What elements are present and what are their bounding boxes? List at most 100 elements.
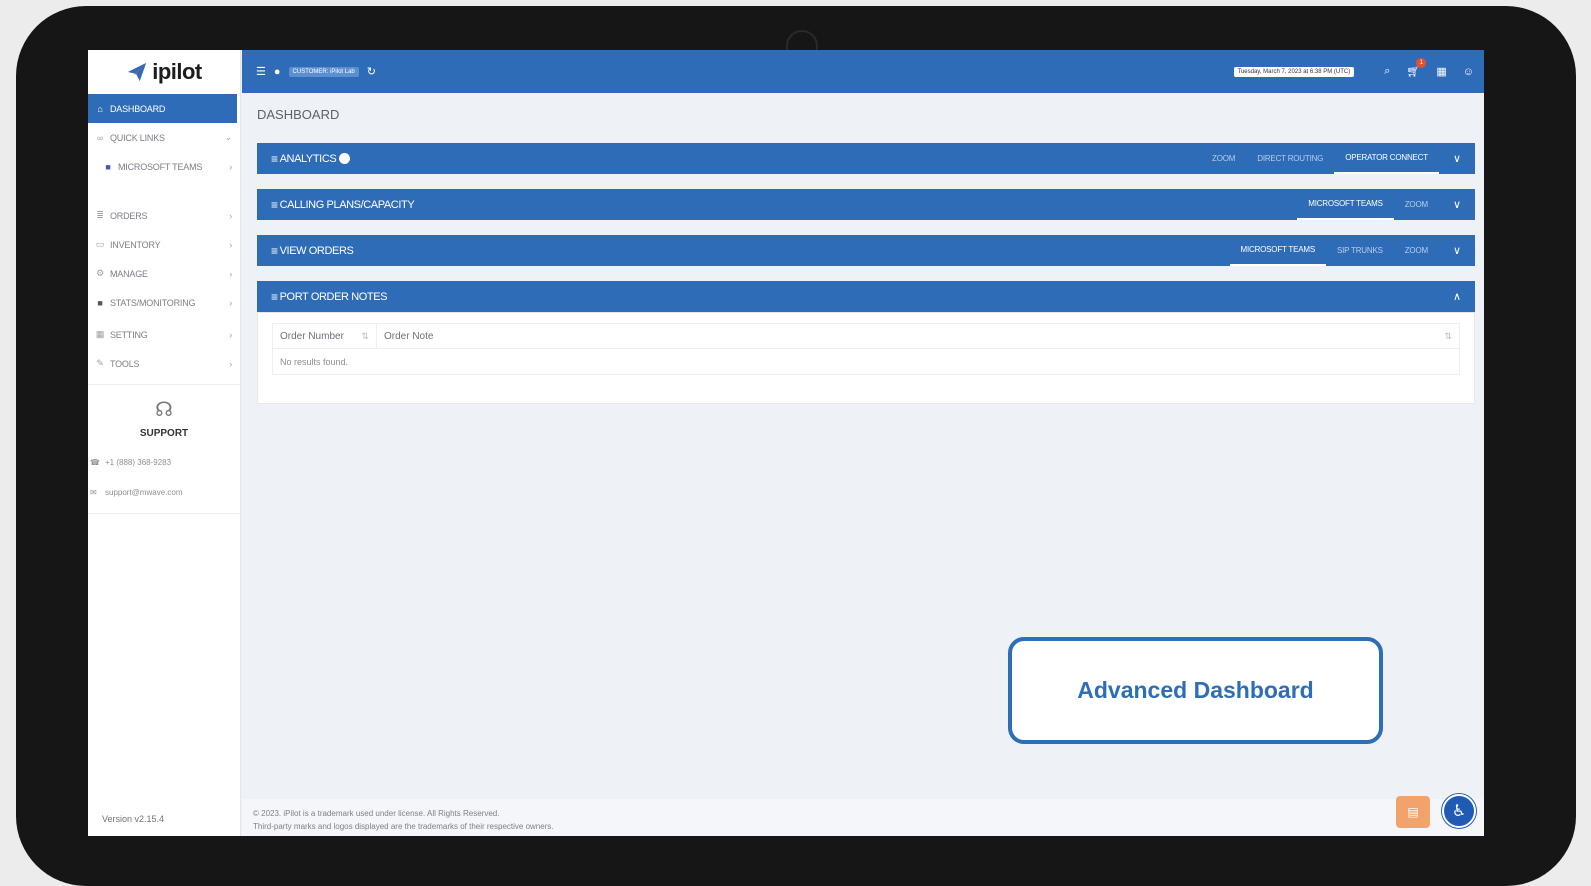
link-icon: ∞	[96, 132, 104, 143]
support-title: SUPPORT	[139, 428, 189, 439]
topbar: ☰ ● CUSTOMER: iPilot Lab ↻ Tuesday, Marc…	[242, 50, 1484, 93]
flag-icon[interactable]: ▦	[1436, 65, 1446, 78]
sidebar-item-label: DASHBOARD	[110, 103, 166, 114]
port-order-notes-body: Order Number ⇅ Order Note ⇅ No results f…	[257, 312, 1475, 404]
panel-tabs: MICROSOFT TEAMS SIP TRUNKS ZOOM	[1229, 235, 1439, 266]
refresh-icon[interactable]: ↻	[367, 65, 376, 78]
tab-microsoft-teams[interactable]: MICROSOFT TEAMS	[1229, 235, 1326, 266]
sidebar-item-microsoft-teams[interactable]: ■ MICROSOFT TEAMS ›	[88, 152, 240, 181]
column-label: Order Note	[384, 330, 434, 342]
stats-icon: ■	[97, 297, 103, 308]
menu-icon[interactable]: ☰	[256, 65, 266, 78]
sidebar-item-label: MICROSOFT TEAMS	[118, 161, 203, 172]
tools-icon: ✎	[96, 358, 104, 368]
sidebar-item-tools[interactable]: ✎ TOOLS ›	[88, 349, 240, 378]
chevron-right-icon: ›	[229, 239, 232, 250]
sidebar-item-label: STATS/MONITORING	[110, 297, 196, 308]
panel-analytics: ≡ ANALYTICS ZOOM DIRECT ROUTING OPERATOR…	[257, 143, 1475, 174]
chevron-right-icon: ›	[229, 297, 232, 308]
copyright-text: © 2023. iPilot is a trademark used under…	[253, 809, 500, 818]
info-icon[interactable]	[339, 153, 351, 164]
setting-icon: ▦	[95, 329, 105, 339]
sidebar-item-label: INVENTORY	[110, 239, 161, 250]
column-order-number[interactable]: Order Number ⇅	[273, 324, 377, 348]
panel-title-text: ANALYTICS	[279, 152, 337, 165]
support-phone[interactable]: ☎ +1 (888) 368-9283	[88, 447, 240, 477]
support-phone-text: +1 (888) 368-9283	[105, 457, 172, 467]
app-name: ipilot	[152, 59, 202, 84]
inventory-icon: ▭	[95, 239, 105, 249]
customer-badge[interactable]: CUSTOMER: iPilot Lab	[288, 66, 359, 77]
chevron-down-icon[interactable]: ∨	[1453, 244, 1461, 257]
menu-icon: ≡	[271, 243, 278, 258]
trademark-text: Third-party marks and logos displayed ar…	[253, 822, 554, 831]
chevron-right-icon: ›	[229, 329, 232, 340]
accessibility-icon[interactable]: ♿︎	[1442, 794, 1476, 828]
sidebar-item-orders[interactable]: ≣ ORDERS ›	[88, 201, 240, 230]
sidebar-item-label: QUICK LINKS	[110, 132, 165, 143]
sidebar-item-label: MANAGE	[110, 268, 148, 279]
main-content: DASHBOARD ≡ ANALYTICS ZOOM DIRECT ROUTIN…	[257, 93, 1475, 404]
sidebar-item-quick-links[interactable]: ∞ QUICK LINKS ⌄	[88, 123, 240, 152]
sidebar-item-inventory[interactable]: ▭ INVENTORY ›	[88, 230, 240, 259]
datetime-display: Tuesday, March 7, 2023 at 6:38 PM (UTC)	[1233, 66, 1355, 77]
support-email-text: support@mwave.com	[105, 487, 183, 497]
chevron-up-icon[interactable]: ∧	[1453, 290, 1461, 303]
tab-zoom[interactable]: ZOOM	[1201, 143, 1246, 174]
empty-message: No results found.	[272, 349, 1460, 375]
sort-icon[interactable]: ⇅	[1444, 331, 1452, 342]
mail-icon: ✉	[90, 487, 97, 497]
manage-icon: ⚙	[96, 268, 104, 278]
sort-icon[interactable]: ⇅	[361, 331, 369, 342]
panel-title[interactable]: ≡ PORT ORDER NOTES	[271, 289, 388, 304]
footer: © 2023. iPilot is a trademark used under…	[242, 794, 1484, 836]
chevron-down-icon[interactable]: ∨	[1453, 152, 1461, 165]
panel-title[interactable]: ≡ VIEW ORDERS	[271, 243, 354, 258]
tab-sip-trunks[interactable]: SIP TRUNKS	[1326, 235, 1394, 266]
headset-icon: ☊	[155, 399, 173, 421]
user-icon[interactable]: ☺	[1463, 66, 1474, 78]
panel-title-text: VIEW ORDERS	[279, 244, 354, 257]
panel-tabs: MICROSOFT TEAMS ZOOM	[1297, 189, 1439, 220]
support-email[interactable]: ✉ support@mwave.com	[88, 477, 240, 507]
phone-icon: ☎	[90, 457, 100, 467]
chevron-down-icon[interactable]: ∨	[1453, 198, 1461, 211]
panel-calling-plans: ≡ CALLING PLANS/CAPACITY MICROSOFT TEAMS…	[257, 189, 1475, 220]
sidebar-item-label: SETTING	[110, 329, 148, 340]
panel-title-text: PORT ORDER NOTES	[279, 290, 388, 303]
page-title: DASHBOARD	[257, 107, 340, 122]
panel-title[interactable]: ≡ CALLING PLANS/CAPACITY	[271, 197, 415, 212]
chat-widget-icon[interactable]: ▤	[1396, 796, 1430, 828]
chevron-right-icon: ›	[229, 161, 232, 172]
support-section: ☊ SUPPORT	[88, 385, 240, 439]
column-label: Order Number	[280, 330, 344, 342]
info-icon[interactable]: ●	[274, 66, 281, 78]
panel-title-text: CALLING PLANS/CAPACITY	[279, 198, 415, 211]
cart-icon[interactable]: 🛒︎ 1	[1406, 58, 1427, 78]
callout-text: Advanced Dashboard	[1077, 677, 1314, 703]
sidebar-item-setting[interactable]: ▦ SETTING ›	[88, 320, 240, 349]
version-label: Version v2.15.4	[102, 814, 165, 824]
table-header: Order Number ⇅ Order Note ⇅	[272, 323, 1460, 349]
paper-plane-icon	[128, 62, 147, 82]
sidebar-item-manage[interactable]: ⚙ MANAGE ›	[88, 259, 240, 288]
sidebar-item-dashboard[interactable]: ⌂ DASHBOARD	[88, 94, 237, 123]
logo[interactable]: ipilot	[88, 50, 240, 94]
tab-zoom[interactable]: ZOOM	[1394, 189, 1439, 220]
menu-icon: ≡	[271, 151, 278, 166]
panel-title[interactable]: ≡ ANALYTICS	[271, 151, 351, 166]
sidebar-item-label: ORDERS	[110, 210, 148, 221]
tab-operator-connect[interactable]: OPERATOR CONNECT	[1334, 143, 1439, 174]
chevron-right-icon: ›	[229, 268, 232, 279]
chevron-down-icon: ⌄	[224, 132, 233, 142]
tab-zoom[interactable]: ZOOM	[1394, 235, 1439, 266]
column-order-note[interactable]: Order Note ⇅	[377, 324, 1459, 348]
menu-icon: ≡	[271, 197, 278, 212]
menu-icon: ≡	[271, 289, 278, 304]
dashboard-icon: ⌂	[97, 103, 103, 114]
tab-direct-routing[interactable]: DIRECT ROUTING	[1246, 143, 1334, 174]
tab-microsoft-teams[interactable]: MICROSOFT TEAMS	[1297, 189, 1394, 220]
sidebar-item-stats-monitoring[interactable]: ■ STATS/MONITORING ›	[88, 288, 240, 317]
orders-icon: ≣	[96, 210, 104, 220]
search-icon[interactable]: ⌕	[1384, 65, 1390, 78]
